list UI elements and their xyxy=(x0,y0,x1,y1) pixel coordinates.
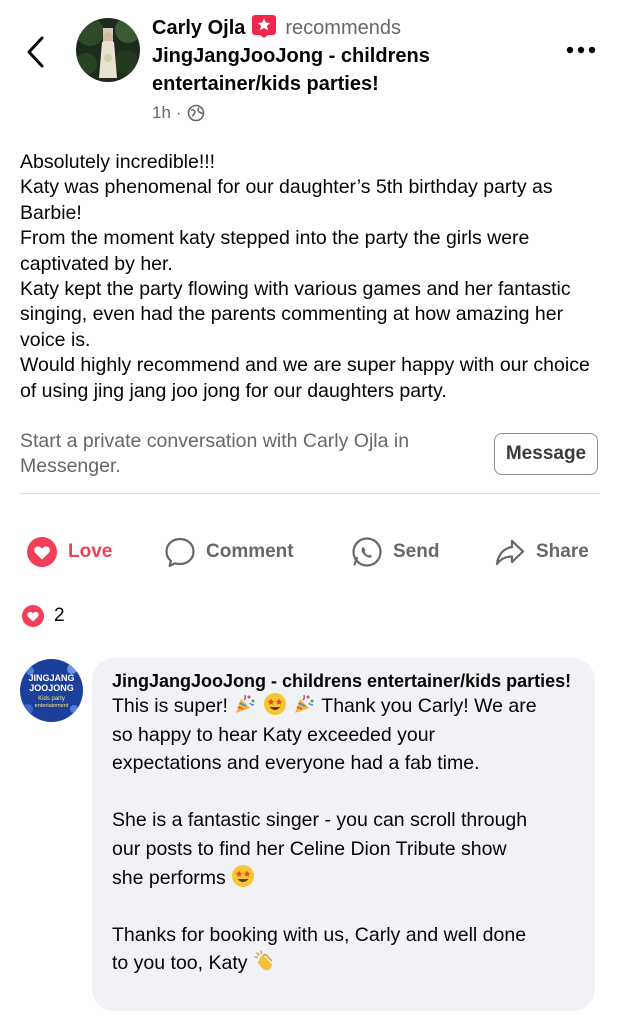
send-button[interactable]: Send xyxy=(351,533,439,571)
star-struck-emoji-icon xyxy=(263,692,287,716)
commenter-logo: JINGJANG JOOJONG Kids party entertainmen… xyxy=(20,659,83,722)
author-name[interactable]: Carly Ojla xyxy=(152,17,245,39)
meta-separator: · xyxy=(175,103,182,122)
header-line-1: Carly Ojla recommends xyxy=(152,14,401,42)
comment-line: so happy to hear Katy exceeded your xyxy=(112,723,436,746)
comment-line: our posts to find her Celine Dion Tribut… xyxy=(112,837,507,860)
comment-text-segment: to you too, Katy xyxy=(112,952,248,975)
globe-icon xyxy=(187,104,204,122)
comment-text-segment: This is super! xyxy=(112,695,228,717)
page-name-line-2[interactable]: entertainer/kids parties! xyxy=(152,70,379,98)
share-button[interactable]: Share xyxy=(494,533,589,571)
logo-text-1: JINGJANG xyxy=(28,673,74,683)
love-reaction-icon xyxy=(20,603,46,629)
post-paragraph: From the moment katy stepped into the pa… xyxy=(20,227,530,275)
love-reaction-icon xyxy=(27,537,57,567)
post-time[interactable]: 1h xyxy=(152,100,171,126)
comment-author[interactable]: JingJangJooJong - childrens entertainer/… xyxy=(112,670,575,692)
party-popper-emoji-icon xyxy=(292,692,316,716)
commenter-avatar[interactable]: JINGJANG JOOJONG Kids party entertainmen… xyxy=(20,659,83,722)
share-label: Share xyxy=(536,541,589,562)
post-meta: 1h · xyxy=(152,100,205,126)
more-dots-icon xyxy=(566,46,596,54)
logo-text-3: Kids party xyxy=(38,696,65,702)
logo-text-2: JOOJONG xyxy=(29,683,74,693)
post-paragraph: Absolutely incredible!!! xyxy=(20,151,216,173)
author-avatar[interactable] xyxy=(76,18,140,82)
messenger-prompt: Start a private conversation with Carly … xyxy=(20,430,410,478)
logo-text-4: entertainment xyxy=(35,703,69,709)
back-button[interactable] xyxy=(22,34,52,70)
more-options-button[interactable] xyxy=(560,36,604,64)
comment-line: This is super! Thank you Carly! We are xyxy=(112,692,575,721)
comment-line: she performs xyxy=(112,864,575,893)
page-name-line-1[interactable]: JingJangJooJong - childrens xyxy=(152,42,430,70)
comment-bubble-icon xyxy=(165,537,195,568)
share-arrow-icon xyxy=(495,539,525,566)
post-paragraph: Katy kept the party flowing with various… xyxy=(20,278,571,351)
comment-line: She is a fantastic singer - you can scro… xyxy=(112,809,528,832)
comment-button[interactable]: Comment xyxy=(164,533,294,571)
reaction-summary[interactable]: 2 xyxy=(20,603,65,629)
comment-text-segment: Thank you Carly! We are xyxy=(321,695,537,717)
post-text: Absolutely incredible!!! Katy was phenom… xyxy=(20,150,605,404)
avatar-photo xyxy=(76,18,140,82)
star-struck-emoji-icon xyxy=(231,864,255,888)
comment-bubble[interactable]: JingJangJooJong - childrens entertainer/… xyxy=(92,658,595,1011)
comment-text: This is super! Thank you Carly! We are s… xyxy=(112,692,575,978)
post-paragraph: Would highly recommend and we are super … xyxy=(20,354,590,402)
messenger-send-icon xyxy=(352,537,382,567)
comment-line: expectations and everyone had a fab time… xyxy=(112,752,480,775)
love-label: Love xyxy=(68,541,113,562)
comment-text-segment: she performs xyxy=(112,866,226,889)
send-label: Send xyxy=(393,541,440,562)
comment-label: Comment xyxy=(206,541,294,562)
chevron-left-icon xyxy=(27,36,44,68)
comment-line: to you too, Katy xyxy=(112,949,575,978)
party-popper-emoji-icon xyxy=(233,692,257,716)
recommends-text: recommends xyxy=(285,17,401,39)
love-button[interactable]: Love xyxy=(26,533,112,571)
clapping-hands-emoji-icon xyxy=(253,949,277,973)
message-button[interactable]: Message xyxy=(494,433,598,475)
reaction-count: 2 xyxy=(54,605,65,626)
comment-line: Thanks for booking with us, Carly and we… xyxy=(112,923,527,946)
recommend-badge-icon xyxy=(251,14,277,38)
post-paragraph: Katy was phenomenal for our daughter’s 5… xyxy=(20,176,553,224)
divider xyxy=(20,493,600,494)
